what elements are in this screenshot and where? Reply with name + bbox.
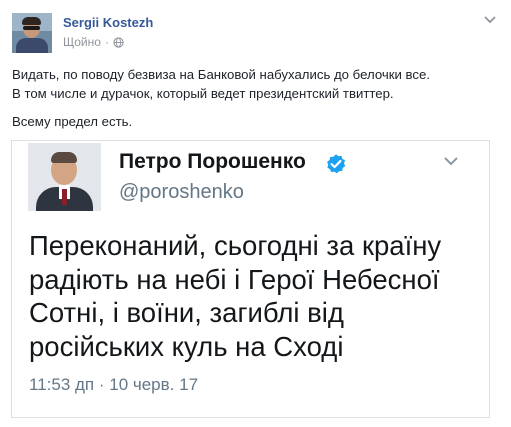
globe-icon[interactable]	[113, 36, 124, 48]
tweet-text: Переконаний, сьогодні за країну радіють …	[29, 229, 484, 363]
tweet-text-line: Переконаний, сьогодні за країну	[29, 230, 442, 261]
post-time[interactable]: Щойно	[63, 35, 101, 49]
tweet-author-name: Петро Порошенко	[119, 150, 306, 173]
author-avatar[interactable]	[12, 13, 52, 53]
tweet-handle: @poroshenko	[119, 181, 244, 203]
meta-separator: ·	[104, 35, 109, 49]
verified-badge-icon	[327, 154, 346, 174]
tweet-screenshot-image[interactable]: Петро Порошенко @poroshenko Переконаний,…	[11, 140, 490, 418]
tweet-avatar	[28, 143, 101, 211]
tweet-text-line: Сотні, і воїни, загиблі від	[29, 297, 344, 328]
author-name[interactable]: Sergii Kostezh	[63, 15, 153, 30]
post-meta: Щойно ·	[63, 35, 124, 49]
tweet-text-line: радіють на небі і Герої Небесної	[29, 263, 440, 295]
post-text: Видать, по поводу безвиза на Банковой на…	[12, 65, 502, 131]
chevron-down-icon[interactable]	[483, 12, 497, 26]
tweet-text-line: російських куль на Сході	[29, 330, 344, 362]
post-text-line: Видать, по поводу безвиза на Банковой на…	[12, 67, 430, 82]
post-text-line: В том числе и дурачок, который ведет пре…	[12, 86, 394, 101]
post-text-line: Всему предел есть.	[12, 114, 133, 129]
tweet-timestamp: 11:53 дп · 10 черв. 17	[29, 375, 199, 394]
facebook-post: Sergii Kostezh Щойно · Видать, по поводу…	[0, 0, 511, 427]
chevron-down-icon	[444, 157, 458, 166]
